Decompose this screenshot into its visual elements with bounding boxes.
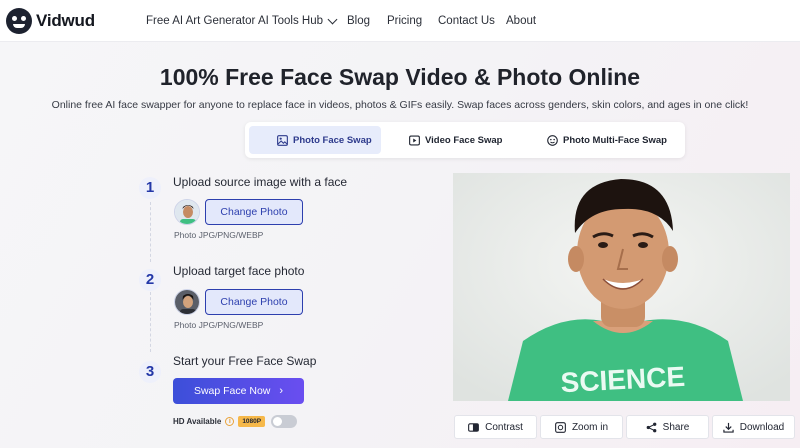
source-format-hint: Photo JPG/PNG/WEBP (174, 230, 264, 240)
target-face-thumbnail (175, 290, 199, 314)
tab-video-face-swap[interactable]: Video Face Swap (395, 126, 525, 154)
zoom-in-button[interactable]: Zoom in (540, 415, 623, 439)
hd-option: HD Available i 1080P (173, 414, 298, 428)
brand-logo[interactable]: Vidwud (6, 8, 95, 34)
contrast-icon (468, 422, 480, 432)
nav-contact-us[interactable]: Contact Us (438, 0, 495, 42)
share-button[interactable]: Share (626, 415, 709, 439)
robot-logo-icon (6, 8, 32, 34)
shirt-print-text: SCIENCE (560, 361, 686, 398)
step-connector (150, 202, 151, 262)
nav-ai-tools-hub[interactable]: AI Tools Hub (258, 0, 338, 42)
target-format-hint: Photo JPG/PNG/WEBP (174, 320, 264, 330)
nav-blog[interactable]: Blog (347, 0, 370, 42)
download-button[interactable]: Download (712, 415, 795, 439)
image-icon (277, 134, 288, 146)
tab-photo-face-swap[interactable]: Photo Face Swap (249, 126, 381, 154)
site-header: Vidwud Free AI Art Generator AI Tools Hu… (0, 0, 800, 42)
zoom-in-icon (555, 421, 566, 433)
page-subtitle: Online free AI face swapper for anyone t… (51, 99, 749, 111)
source-face-avatar[interactable] (174, 199, 200, 225)
share-icon (646, 422, 657, 432)
multi-face-icon (547, 134, 558, 146)
change-source-photo-button[interactable]: Change Photo (205, 199, 303, 225)
step-title-2: Upload target face photo (173, 264, 305, 278)
nav-pricing[interactable]: Pricing (387, 0, 422, 42)
video-icon (409, 135, 420, 145)
result-preview-image: SCIENCE (453, 173, 790, 401)
step-title-3: Start your Free Face Swap (173, 354, 317, 368)
target-face-avatar[interactable] (174, 289, 200, 315)
info-icon[interactable]: i (225, 416, 235, 426)
swap-face-now-button[interactable]: Swap Face Now › (173, 378, 304, 404)
resolution-badge: 1080P (238, 415, 266, 427)
preview-photo: SCIENCE (453, 173, 790, 401)
tab-photo-multi-face-swap[interactable]: Photo Multi-Face Swap (533, 126, 681, 154)
source-face-thumbnail (175, 200, 199, 224)
step-title-1: Upload source image with a face (173, 175, 348, 189)
brand-name: Vidwud (36, 11, 95, 30)
step-connector (150, 292, 151, 352)
download-icon (723, 422, 734, 433)
step-number-2: 2 (139, 269, 161, 291)
step-number-1: 1 (139, 177, 161, 199)
hd-label: HD Available (173, 416, 222, 426)
page-title: 100% Free Face Swap Video & Photo Online (159, 64, 641, 90)
nav-free-ai-art-generator[interactable]: Free AI Art Generator (146, 0, 255, 42)
contrast-button[interactable]: Contrast (454, 415, 537, 439)
step-number-3: 3 (139, 361, 161, 383)
nav-about[interactable]: About (506, 0, 536, 42)
chevron-right-icon: › (279, 385, 284, 397)
chevron-down-icon (327, 14, 338, 24)
hd-toggle[interactable] (271, 414, 298, 428)
mode-tabs: Photo Face Swap Video Face Swap Photo Mu… (245, 122, 685, 158)
change-target-photo-button[interactable]: Change Photo (205, 289, 303, 315)
